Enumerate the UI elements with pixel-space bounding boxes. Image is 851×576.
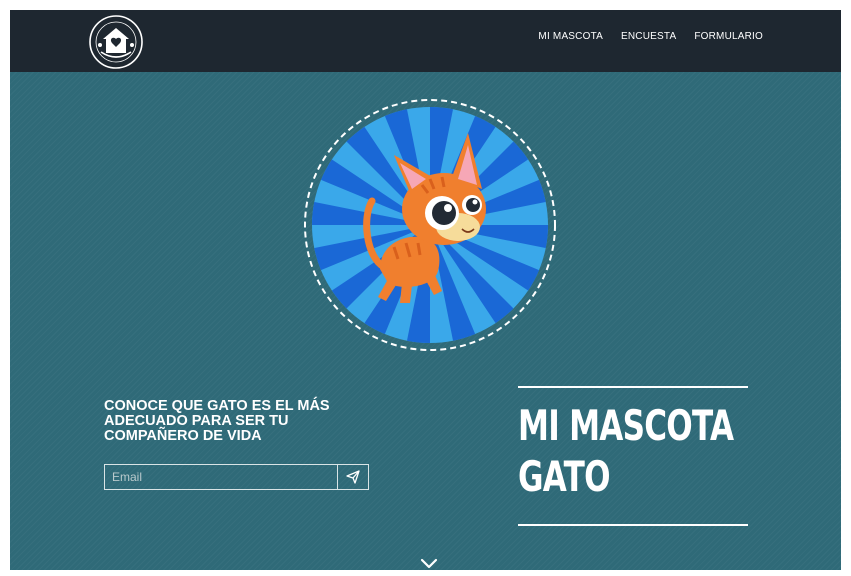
- title-rule-top: [518, 386, 748, 388]
- cat-illustration: [304, 99, 556, 351]
- hero-title-line2: GATO: [518, 452, 611, 501]
- navbar: MI MASCOTA ENCUESTA FORMULARIO: [10, 10, 841, 72]
- nav-link-formulario[interactable]: FORMULARIO: [694, 31, 763, 42]
- hero-tagline: CONOCE QUE GATO ES EL MÁS ADECUADO PARA …: [104, 398, 330, 444]
- chevron-down-icon[interactable]: [419, 558, 439, 570]
- nav-link-encuesta[interactable]: ENCUESTA: [621, 31, 676, 42]
- title-rule-bottom: [518, 524, 748, 526]
- hero-title-block: MI MASCOTA GATO: [518, 386, 748, 526]
- page-frame: MI MASCOTA ENCUESTA FORMULARIO CONOCE QU…: [10, 10, 841, 570]
- nav-links: MI MASCOTA ENCUESTA FORMULARIO: [538, 10, 763, 62]
- logo[interactable]: [86, 12, 146, 72]
- nav-link-mi-mascota[interactable]: MI MASCOTA: [538, 31, 603, 42]
- hero-title-line1: MI MASCOTA: [518, 401, 734, 450]
- paper-plane-icon: [346, 470, 360, 484]
- hero-title: MI MASCOTA GATO: [518, 400, 734, 502]
- send-button[interactable]: [337, 464, 369, 490]
- email-input[interactable]: [104, 464, 337, 490]
- email-form: [104, 464, 369, 490]
